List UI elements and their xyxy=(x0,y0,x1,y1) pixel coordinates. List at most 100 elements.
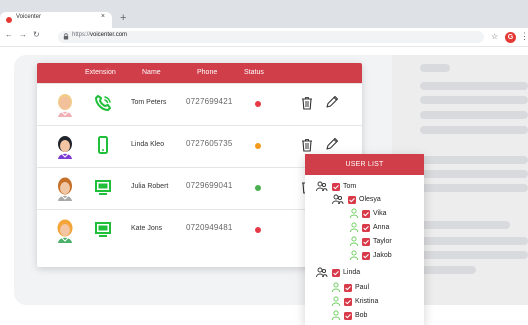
star-icon[interactable]: ☆ xyxy=(491,33,498,41)
back-icon[interactable]: ← xyxy=(5,31,13,39)
person-icon xyxy=(349,208,359,219)
desktop-phone-icon xyxy=(95,180,111,195)
checkbox[interactable] xyxy=(362,252,370,260)
person-icon xyxy=(331,296,341,307)
extension-icon[interactable]: G xyxy=(505,32,516,43)
url-host: voicenter.com xyxy=(90,32,128,38)
checkbox[interactable] xyxy=(332,183,340,191)
url-text: https://voicenter.com xyxy=(72,32,127,38)
address-bar[interactable]: https://voicenter.com xyxy=(58,31,484,43)
reload-icon[interactable]: ↻ xyxy=(33,31,40,39)
user-item-taylor[interactable]: Taylor xyxy=(349,236,414,248)
status-indicator xyxy=(255,185,261,191)
table-header: Extension Name Phone Status xyxy=(37,63,362,83)
status-indicator xyxy=(255,101,261,107)
tab-title: Voicenter xyxy=(16,14,42,20)
person-icon xyxy=(331,282,341,293)
avatar xyxy=(58,177,72,201)
status-indicator xyxy=(255,227,261,233)
phone-column-header: Phone xyxy=(197,69,218,76)
person-icon xyxy=(331,310,341,321)
group-item-tom[interactable]: Tom xyxy=(315,181,405,193)
user-item-vika[interactable]: Vika xyxy=(349,208,414,220)
background-line xyxy=(420,184,528,192)
checkbox[interactable] xyxy=(332,269,340,277)
background-line xyxy=(420,111,528,119)
background-line xyxy=(420,221,510,229)
user-list-title: USER LIST xyxy=(305,154,424,175)
background-line xyxy=(420,156,528,164)
url-protocol: https:// xyxy=(72,32,91,38)
background-line xyxy=(420,170,528,178)
group-icon xyxy=(316,181,328,192)
phone-icon xyxy=(95,95,111,111)
person-icon xyxy=(349,250,359,261)
tree-label: Kristina xyxy=(355,298,379,305)
tree-label: Paul xyxy=(355,284,370,291)
tree-label: Bob xyxy=(355,312,368,319)
background-line xyxy=(420,237,528,245)
user-phone: 0729699041 xyxy=(186,181,233,190)
trash-icon[interactable] xyxy=(301,96,313,110)
table-row[interactable]: Tom Peters 0727699421 xyxy=(37,83,362,125)
person-icon xyxy=(349,236,359,247)
user-item-kristina[interactable]: Kristina xyxy=(331,296,416,308)
lock-icon xyxy=(63,33,69,40)
status-indicator xyxy=(255,143,261,149)
user-phone: 0727699421 xyxy=(186,97,233,106)
user-item-jakob[interactable]: Jakob xyxy=(349,250,414,262)
tree-label: Anna xyxy=(373,224,390,231)
background-line xyxy=(420,96,528,104)
background-line xyxy=(420,126,528,134)
user-name: Linda Kleo xyxy=(131,141,165,148)
forward-icon[interactable]: → xyxy=(19,31,27,39)
background-line xyxy=(420,82,528,90)
user-item-bob[interactable]: Bob xyxy=(331,310,411,322)
trash-icon[interactable] xyxy=(301,138,313,152)
tree-label: Linda xyxy=(343,269,361,276)
person-icon xyxy=(349,222,359,233)
checkbox[interactable] xyxy=(362,210,370,218)
checkbox[interactable] xyxy=(344,284,352,292)
group-item-linda[interactable]: Linda xyxy=(315,267,405,279)
checkbox[interactable] xyxy=(348,196,356,204)
edit-icon[interactable] xyxy=(324,137,339,152)
browser-toolbar: ← → ↻ https://voicenter.com ☆ G ⋮ xyxy=(0,28,528,47)
tree-label: Olesya xyxy=(359,196,381,203)
extension-column-header: Extension xyxy=(85,69,116,76)
browser-tab-bar: Voicenter × + xyxy=(0,0,528,28)
browser-tab[interactable]: Voicenter × xyxy=(0,12,112,28)
user-name: Julia Robert xyxy=(131,183,169,190)
checkbox[interactable] xyxy=(344,312,352,320)
tree-label: Tom xyxy=(343,183,357,190)
desktop-phone-icon xyxy=(95,222,111,237)
mobile-icon xyxy=(98,136,108,154)
background-line xyxy=(420,266,476,274)
voicenter-logo-icon xyxy=(6,17,12,23)
tree-label: Jakob xyxy=(373,252,392,259)
edit-icon[interactable] xyxy=(324,95,339,110)
avatar xyxy=(58,94,72,117)
user-item-anna[interactable]: Anna xyxy=(349,222,414,234)
avatar xyxy=(58,136,72,159)
checkbox[interactable] xyxy=(362,224,370,232)
user-name: Kate Jons xyxy=(131,225,163,232)
background-line xyxy=(420,251,528,259)
checkbox[interactable] xyxy=(362,238,370,246)
background-line xyxy=(420,64,450,72)
group-item-olesya[interactable]: Olesya xyxy=(331,194,416,206)
user-phone: 0720949481 xyxy=(186,223,233,232)
user-phone: 0727605735 xyxy=(186,139,233,148)
name-column-header: Name xyxy=(142,69,161,76)
browser-window: Voicenter × + ← → ↻ https://voicenter.co… xyxy=(0,0,528,325)
checkbox[interactable] xyxy=(344,298,352,306)
group-icon xyxy=(332,194,344,205)
group-icon xyxy=(316,267,328,278)
close-tab-icon[interactable]: × xyxy=(101,13,105,20)
new-tab-button[interactable]: + xyxy=(120,13,126,24)
tree-label: Taylor xyxy=(373,238,392,245)
menu-icon[interactable]: ⋮ xyxy=(520,32,528,41)
user-list-panel: USER LIST Tom Olesya Vika Anna Taylor Ja… xyxy=(305,154,424,325)
user-item-paul[interactable]: Paul xyxy=(331,282,411,294)
tree-label: Vika xyxy=(373,210,387,217)
